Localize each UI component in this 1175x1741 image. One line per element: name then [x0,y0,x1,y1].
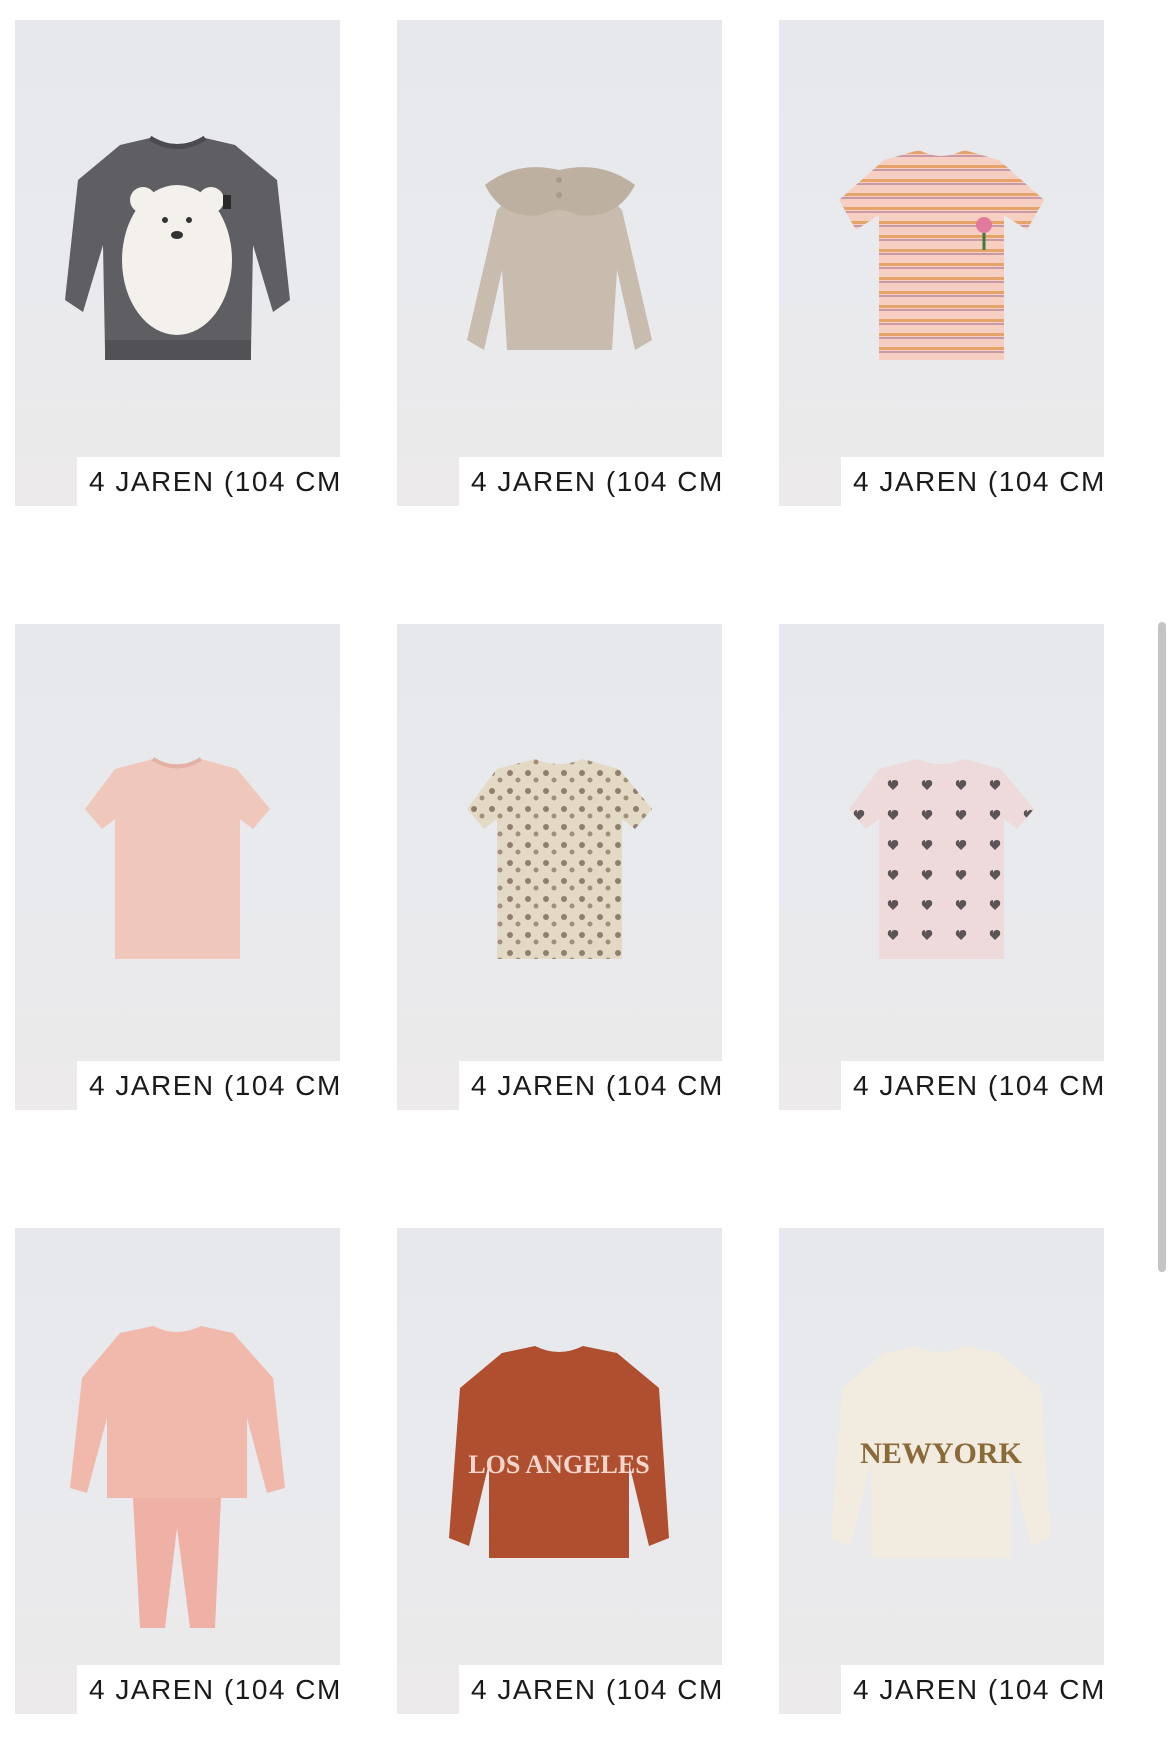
scrollbar[interactable] [1158,622,1166,1272]
product-card[interactable]: 4 JAREN (104 CM) [15,1228,340,1714]
product-card[interactable]: 4 JAREN (104 CM) [397,20,722,506]
product-card[interactable]: 4 JAREN (104 CM) [779,624,1104,1110]
size-label: 4 JAREN (104 CM) [77,1061,340,1110]
pink-set-icon[interactable] [15,1228,340,1664]
los-angeles-print: LOS ANGELES [468,1450,649,1479]
collar-blouse-icon[interactable] [397,20,722,456]
floral-tshirt-icon[interactable] [15,624,340,1060]
size-label: 4 JAREN (104 CM) [459,457,722,506]
product-card[interactable]: 4 JAREN (104 CM) [15,20,340,506]
new-york-print: NEWYORK [860,1437,1022,1470]
product-card[interactable]: 4 JAREN (104 CM) [15,624,340,1110]
new-york-sweatshirt-icon[interactable]: NEWYORK [779,1228,1104,1664]
size-label: 4 JAREN (104 CM) [459,1061,722,1110]
bear-sweatshirt-icon[interactable] [15,20,340,456]
size-label: 4 JAREN (104 CM) [77,457,340,506]
los-angeles-sweatshirt-icon[interactable]: LOS ANGELES [397,1228,722,1664]
product-card[interactable]: 4 JAREN (104 CM) [397,624,722,1110]
size-label: 4 JAREN (104 CM) [841,1061,1104,1110]
striped-tshirt-icon[interactable] [779,20,1104,456]
size-label: 4 JAREN (104 CM) [77,1665,340,1714]
product-card[interactable]: LOS ANGELES 4 JAREN (104 CM) [397,1228,722,1714]
size-label: 4 JAREN (104 CM) [841,457,1104,506]
product-card[interactable]: NEWYORK 4 JAREN (104 CM) [779,1228,1104,1714]
leopard-tshirt-icon[interactable] [397,624,722,1060]
product-card[interactable]: 4 JAREN (104 CM) [779,20,1104,506]
hearts-tshirt-icon[interactable] [779,624,1104,1060]
size-label: 4 JAREN (104 CM) [459,1665,722,1714]
size-label: 4 JAREN (104 CM) [841,1665,1104,1714]
